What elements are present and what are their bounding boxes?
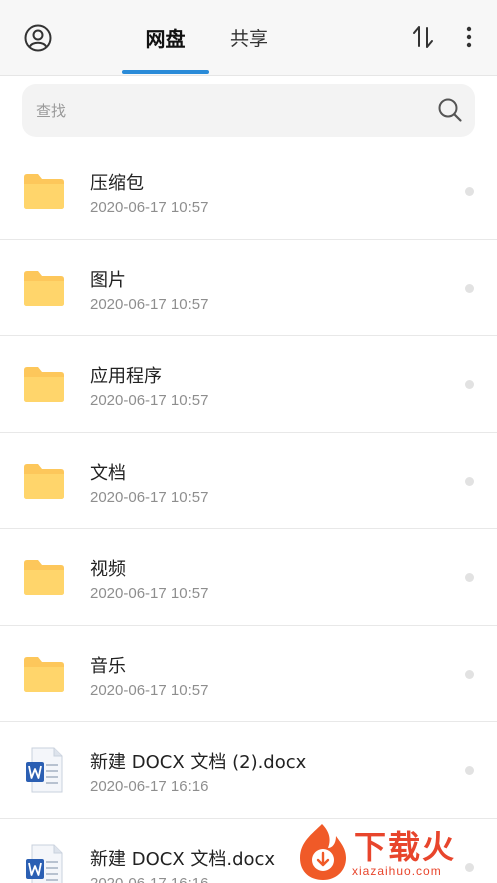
file-name: 应用程序 [90,366,162,387]
select-indicator[interactable] [465,187,474,196]
file-date: 2020-06-17 10:57 [90,392,209,409]
tab-cloud-drive[interactable]: 网盘 [122,24,209,54]
file-name: 新建 DOCX 文档 (2).docx [90,752,307,773]
sort-icon[interactable] [410,24,436,50]
file-date: 2020-06-17 10:57 [90,681,209,699]
search-bar [22,84,475,137]
list-item[interactable]: 文档 2020-06-17 10:57 [0,433,497,529]
folder-icon [24,174,64,209]
top-bar: 网盘 共享 [0,0,497,76]
list-item[interactable]: 应用程序 2020-06-17 10:57 [0,336,497,433]
file-name: 新建 DOCX 文档.docx [90,848,276,870]
flame-logo-icon [300,824,346,880]
folder-icon [24,367,64,402]
folder-icon [24,656,64,692]
file-list: 压缩包 2020-06-17 10:57 图片 2020-06-17 10:57… [0,143,497,883]
list-item[interactable]: 图片 2020-06-17 10:57 [0,240,497,336]
list-item[interactable]: 新建 DOCX 文档 (2).docx 2020-06-17 16:16 [0,722,497,819]
user-avatar-icon[interactable] [24,24,52,52]
file-date: 2020-06-17 10:57 [90,295,209,313]
list-item[interactable]: 视频 2020-06-17 10:57 [0,529,497,626]
more-options-icon[interactable] [460,24,478,50]
folder-icon [24,463,64,499]
select-indicator[interactable] [465,380,474,389]
active-tab-indicator [122,70,209,74]
file-name: 文档 [90,462,126,484]
file-date: 2020-06-17 10:57 [90,488,209,506]
select-indicator[interactable] [465,573,474,582]
tab-share[interactable]: 共享 [215,24,283,54]
list-item[interactable]: 音乐 2020-06-17 10:57 [0,626,497,722]
file-name: 视频 [90,559,126,580]
site-watermark: 下载火 xiazaihuo.com [292,820,497,883]
watermark-title: 下载火 [354,828,457,866]
file-name: 图片 [90,269,126,291]
file-date: 2020-06-17 16:16 [90,874,209,883]
word-doc-icon [26,747,63,793]
select-indicator[interactable] [465,766,474,775]
file-name: 压缩包 [90,173,144,194]
search-input[interactable] [36,84,416,137]
watermark-subtitle: xiazaihuo.com [352,864,442,878]
search-icon[interactable] [437,97,463,123]
word-doc-icon [26,844,63,883]
file-date: 2020-06-17 10:57 [90,199,209,216]
folder-icon [24,560,64,595]
select-indicator[interactable] [465,283,474,293]
file-date: 2020-06-17 16:16 [90,778,209,795]
select-indicator[interactable] [465,476,474,486]
file-date: 2020-06-17 10:57 [90,585,209,602]
folder-icon [24,270,64,306]
list-item[interactable]: 压缩包 2020-06-17 10:57 [0,143,497,240]
file-name: 音乐 [90,655,126,677]
select-indicator[interactable] [465,669,474,679]
